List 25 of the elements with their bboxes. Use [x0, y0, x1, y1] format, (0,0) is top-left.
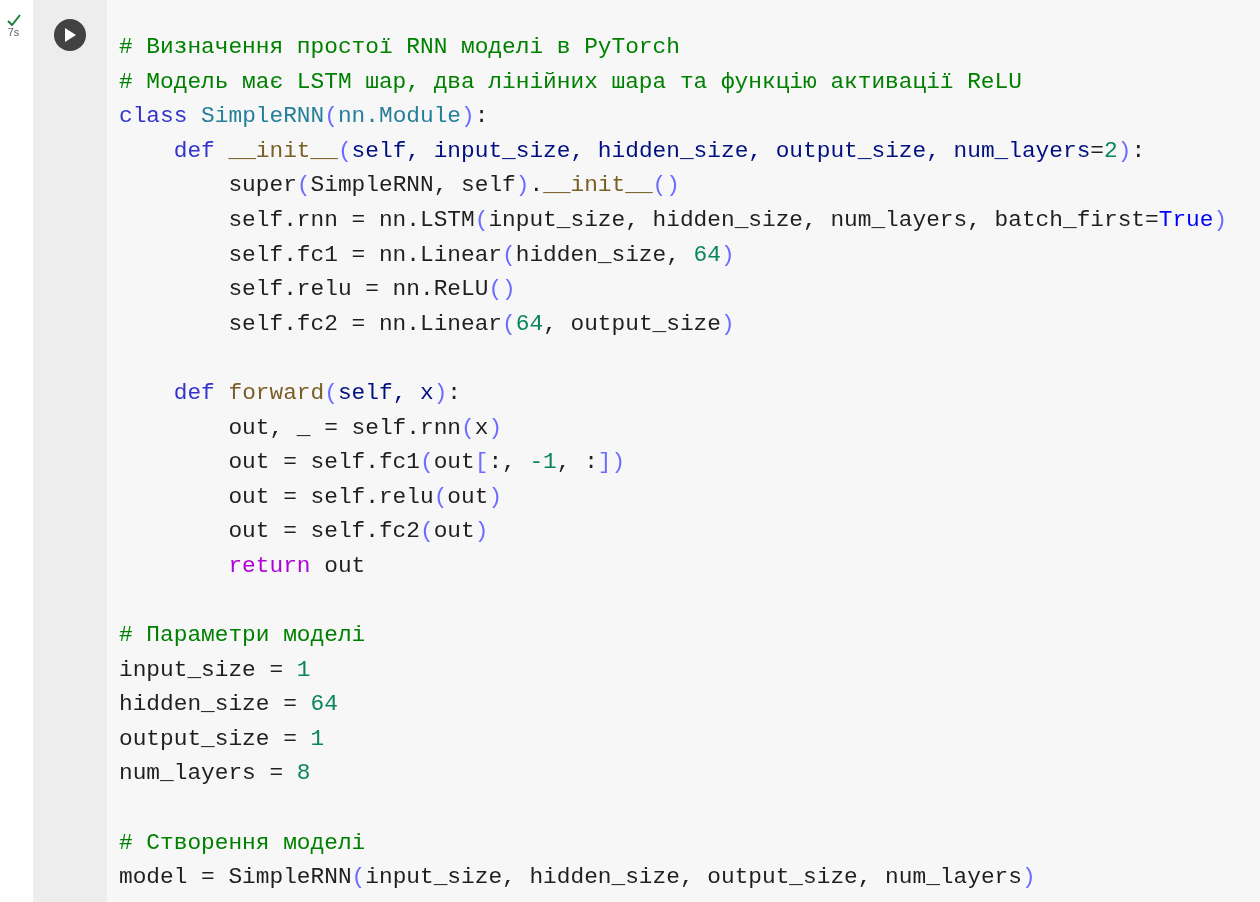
code-line: input_size = 1 — [119, 655, 311, 685]
code-line: out = self.fc2(out) — [227, 517, 489, 547]
code-line: # Модель має LSTM шар, два лінійних шара та функцію активації ReLU — [119, 67, 1022, 97]
code-line: # Створення моделі — [119, 828, 366, 858]
code-line: num_layers = 8 — [119, 759, 311, 789]
run-button[interactable] — [54, 19, 86, 51]
code-line: def forward(self, x): — [172, 378, 462, 408]
code-line: hidden_size = 64 — [119, 690, 338, 720]
code-line: out = self.relu(out) — [227, 482, 503, 512]
code-line: model = SimpleRNN(input_size, hidden_size, output_size, num_layers) — [119, 863, 1036, 893]
code-line: self.fc1 = nn.Linear(hidden_size, 64) — [227, 240, 735, 270]
code-line: # Параметри моделі — [119, 621, 366, 651]
code-line: return out — [227, 551, 366, 581]
code-line: def __init__(self, input_size, hidden_size, output_size, num_layers=2): — [172, 136, 1146, 166]
code-line: out, _ = self.rnn(x) — [227, 413, 503, 443]
play-icon — [64, 28, 76, 42]
code-line: super(SimpleRNN, self).__init__() — [227, 171, 680, 201]
code-line: # Визначення простої RNN моделі в PyTorch — [119, 33, 680, 62]
code-line: self.rnn = nn.LSTM(input_size, hidden_size, num_layers, batch_first=True) — [227, 205, 1228, 235]
execution-time: 7s — [7, 27, 20, 38]
code-line: class SimpleRNN(nn.Module): — [119, 102, 489, 132]
code-line: self.relu = nn.ReLU() — [227, 275, 516, 305]
code-line: output_size = 1 — [119, 724, 325, 754]
code-line: out = self.fc1(out[:, -1, :]) — [227, 448, 626, 478]
code-line: self.fc2 = nn.Linear(64, output_size) — [227, 309, 735, 339]
